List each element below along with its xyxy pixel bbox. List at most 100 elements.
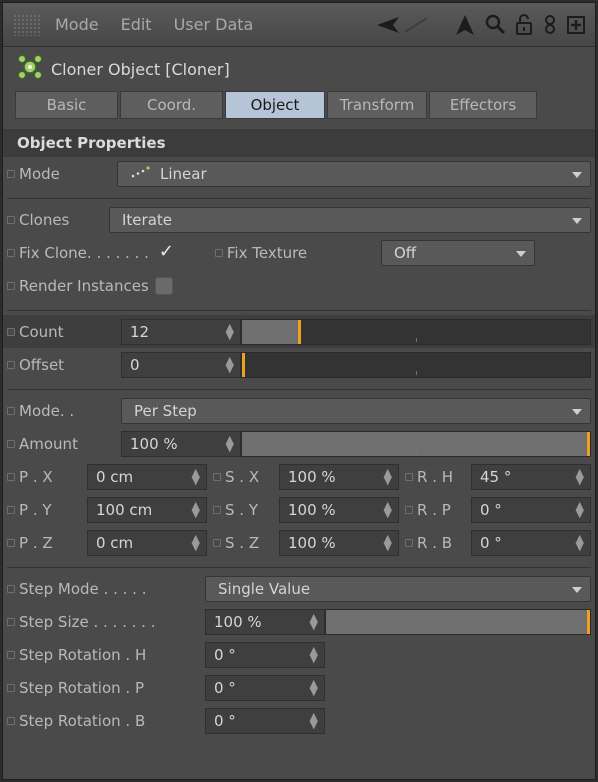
- anim-dot[interactable]: [7, 505, 15, 514]
- anim-dot[interactable]: [7, 327, 15, 336]
- spinner-arrows-icon[interactable]: ▲ ▼: [226, 322, 234, 341]
- anim-dot[interactable]: [7, 716, 15, 725]
- slider-knob[interactable]: [587, 431, 590, 456]
- search-icon[interactable]: [485, 14, 505, 36]
- step-mode-dropdown[interactable]: Single Value: [205, 575, 591, 602]
- anim-dot[interactable]: [213, 538, 221, 547]
- clones-row: Clones Iterate: [3, 203, 595, 236]
- count-field[interactable]: 12 ▲ ▼: [121, 318, 241, 345]
- mode2-dropdown[interactable]: Per Step: [121, 397, 591, 424]
- pz-field[interactable]: 0 cm ▲ ▼: [87, 529, 207, 556]
- tab-coord[interactable]: Coord.: [120, 91, 223, 119]
- step-rot-p-field[interactable]: 0 ° ▲ ▼: [205, 674, 325, 701]
- tab-object[interactable]: Object: [225, 91, 325, 119]
- chevron-down-icon: [572, 408, 582, 415]
- mode-dropdown[interactable]: Linear: [117, 160, 591, 187]
- offset-slider[interactable]: [241, 351, 591, 378]
- sz-field[interactable]: 100 % ▲ ▼: [279, 529, 399, 556]
- back-arrow-icon[interactable]: [375, 14, 445, 36]
- anim-dot[interactable]: [7, 683, 15, 692]
- anim-dot[interactable]: [7, 406, 15, 415]
- spinner-arrows-icon[interactable]: ▲ ▼: [310, 645, 318, 664]
- spinner-arrows-icon[interactable]: ▲ ▼: [310, 711, 318, 730]
- new-panel-icon[interactable]: [567, 14, 585, 36]
- fix-texture-dropdown[interactable]: Off: [381, 239, 535, 266]
- spinner-arrows-icon[interactable]: ▲ ▼: [576, 533, 584, 552]
- slider-knob[interactable]: [587, 609, 590, 634]
- spinner-arrows-icon[interactable]: ▲ ▼: [310, 678, 318, 697]
- menu-user-data[interactable]: User Data: [174, 15, 254, 34]
- anim-dot[interactable]: [405, 505, 413, 514]
- anim-dot[interactable]: [7, 248, 15, 257]
- anim-dot[interactable]: [7, 281, 15, 290]
- rp-label: R . P: [417, 500, 451, 519]
- spinner-arrows-icon[interactable]: ▲ ▼: [384, 533, 392, 552]
- anim-dot[interactable]: [7, 439, 15, 448]
- anim-dot[interactable]: [7, 169, 15, 178]
- py-field[interactable]: 100 cm ▲ ▼: [87, 496, 207, 523]
- link-icon[interactable]: [543, 14, 557, 36]
- linear-mode-icon: [130, 165, 152, 183]
- rp-field[interactable]: 0 ° ▲ ▼: [471, 496, 591, 523]
- sy-field[interactable]: 100 % ▲ ▼: [279, 496, 399, 523]
- spinner-arrows-icon[interactable]: ▲ ▼: [192, 500, 200, 519]
- render-instances-checkbox[interactable]: [154, 276, 173, 295]
- anim-dot[interactable]: [7, 215, 15, 224]
- anim-dot[interactable]: [213, 472, 221, 481]
- forward-arrow-icon[interactable]: [455, 14, 475, 36]
- spinner-arrows-icon[interactable]: ▲ ▼: [576, 467, 584, 486]
- spinner-arrows-icon[interactable]: ▲ ▼: [384, 500, 392, 519]
- spinner-arrows-icon[interactable]: ▲ ▼: [226, 355, 234, 374]
- anim-dot[interactable]: [405, 472, 413, 481]
- tab-effectors[interactable]: Effectors: [429, 91, 537, 119]
- fix-clone-label: Fix Clone. . . . . . .: [19, 243, 149, 262]
- clones-label: Clones: [19, 210, 70, 229]
- anim-dot[interactable]: [7, 584, 15, 593]
- rh-field[interactable]: 45 ° ▲ ▼: [471, 463, 591, 490]
- fix-clone-checkbox[interactable]: ✓: [157, 241, 175, 262]
- tab-basic[interactable]: Basic: [15, 91, 118, 119]
- spinner-arrows-icon[interactable]: ▲ ▼: [192, 467, 200, 486]
- anim-dot[interactable]: [7, 538, 15, 547]
- chevron-down-icon: [572, 217, 582, 224]
- anim-dot[interactable]: [7, 360, 15, 369]
- offset-field[interactable]: 0 ▲ ▼: [121, 351, 241, 378]
- px-label: P . X: [19, 467, 53, 486]
- sx-field[interactable]: 100 % ▲ ▼: [279, 463, 399, 490]
- step-rot-h-field[interactable]: 0 ° ▲ ▼: [205, 641, 325, 668]
- tab-transform[interactable]: Transform: [327, 91, 427, 119]
- px-field[interactable]: 0 cm ▲ ▼: [87, 463, 207, 490]
- step-size-field[interactable]: 100 % ▲ ▼: [205, 608, 325, 635]
- transform-row-3: P . Z 0 cm ▲ ▼ S . Z 100 % ▲ ▼ R . B 0 ° ▲…: [3, 526, 595, 559]
- step-mode-label: Step Mode . . . . .: [19, 579, 147, 598]
- anim-dot[interactable]: [7, 650, 15, 659]
- slider-knob[interactable]: [242, 352, 245, 377]
- amount-field[interactable]: 100 % ▲ ▼: [121, 430, 241, 457]
- count-slider[interactable]: [241, 318, 591, 345]
- step-size-slider[interactable]: [325, 608, 591, 635]
- spinner-arrows-icon[interactable]: ▲ ▼: [192, 533, 200, 552]
- anim-dot[interactable]: [7, 472, 15, 481]
- render-instances-label: Render Instances: [19, 276, 149, 295]
- mode-label: Mode: [19, 164, 60, 183]
- slider-knob[interactable]: [298, 319, 301, 344]
- spinner-arrows-icon[interactable]: ▲ ▼: [576, 500, 584, 519]
- spinner-arrows-icon[interactable]: ▲ ▼: [384, 467, 392, 486]
- divider: [7, 381, 591, 390]
- lock-icon[interactable]: [515, 13, 533, 36]
- step-rot-b-field[interactable]: 0 ° ▲ ▼: [205, 707, 325, 734]
- amount-row: Amount 100 % ▲ ▼: [3, 427, 595, 460]
- spinner-arrows-icon[interactable]: ▲ ▼: [226, 434, 234, 453]
- cloner-icon: [17, 54, 43, 84]
- amount-slider[interactable]: [241, 430, 591, 457]
- drag-grip[interactable]: [13, 13, 41, 36]
- anim-dot[interactable]: [7, 617, 15, 626]
- anim-dot[interactable]: [214, 248, 223, 257]
- menu-mode[interactable]: Mode: [55, 15, 99, 34]
- anim-dot[interactable]: [213, 505, 221, 514]
- clones-dropdown[interactable]: Iterate: [109, 206, 591, 233]
- anim-dot[interactable]: [405, 538, 413, 547]
- spinner-arrows-icon[interactable]: ▲ ▼: [310, 612, 318, 631]
- menu-edit[interactable]: Edit: [121, 15, 152, 34]
- rb-field[interactable]: 0 ° ▲ ▼: [471, 529, 591, 556]
